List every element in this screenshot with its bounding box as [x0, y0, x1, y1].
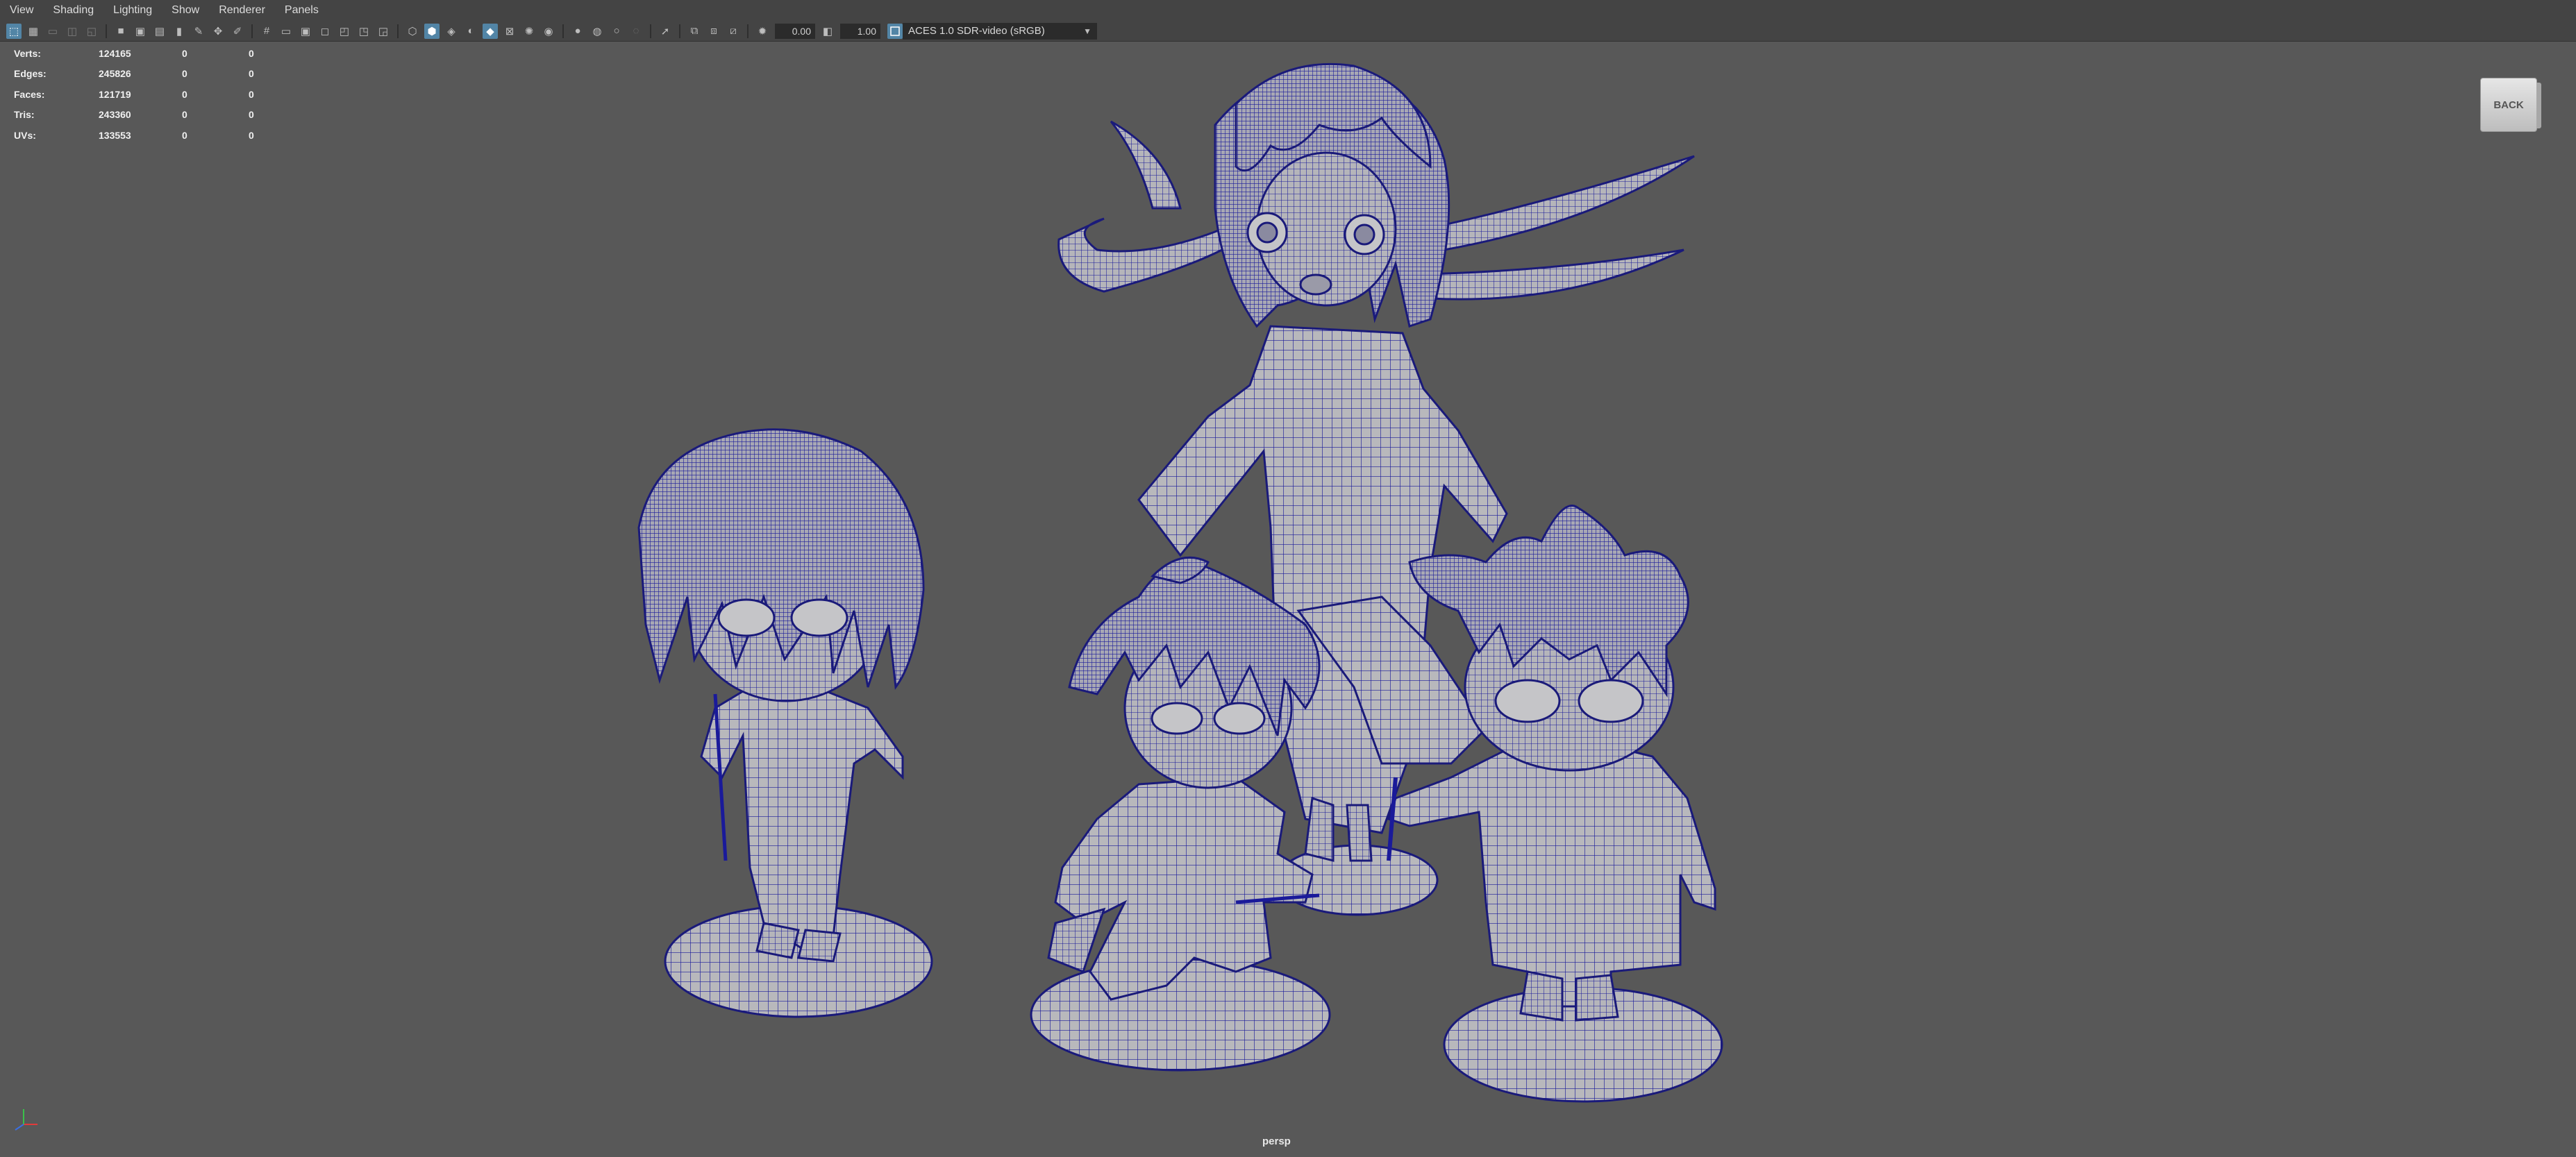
view-cube[interactable]: BACK [2480, 78, 2541, 132]
toolbar-separator [251, 24, 253, 38]
resolution-gate-icon[interactable]: ▤ [152, 24, 167, 39]
xray-frame-icon[interactable]: ◲ [376, 24, 391, 39]
wireframe-mode-icon[interactable]: ⬡ [405, 24, 420, 39]
field-chart-icon[interactable]: ◰ [337, 24, 352, 39]
gamma-field[interactable]: 1.00 [840, 23, 880, 39]
chevron-down-icon: ▼ [1083, 26, 1092, 36]
menu-shading[interactable]: Shading [43, 0, 103, 21]
toolbar-separator [747, 24, 748, 38]
grid-icon[interactable]: # [259, 24, 274, 39]
bookmark-icon[interactable]: ▭ [45, 24, 60, 39]
panel-toolbar: ⬚ ▦ ▭ ◫ ◱ ■ ▣ ▤ ▮ ✎ ✥ ✐ # ▭ ▣ ◻ ◰ ◳ ◲ ⬡ … [0, 21, 2576, 42]
menu-view[interactable]: View [0, 0, 43, 21]
bookmarks-icon[interactable]: ▮ [172, 24, 187, 39]
lights-icon[interactable]: ✺ [521, 24, 537, 39]
textured-icon[interactable]: ◐ [463, 24, 478, 39]
gamma-icon[interactable]: ◧ [820, 24, 835, 39]
figurine-left-boy[interactable] [637, 428, 933, 1018]
camera-attributes-icon[interactable]: ▦ [26, 24, 41, 39]
wireframe-icon[interactable]: ▭ [278, 24, 294, 39]
toolbar-separator [650, 24, 651, 38]
view-transform-select[interactable]: ACES 1.0 SDR-video (sRGB) ▼ [903, 22, 1097, 40]
figurine-right-boy[interactable] [1387, 505, 1723, 1103]
xray-icon[interactable]: ◍ [589, 24, 605, 39]
camera-icon[interactable]: ■ [113, 24, 128, 39]
panel-menu-bar: View Shading Lighting Show Renderer Pane… [0, 0, 2576, 21]
exposure-field[interactable]: 0.00 [775, 23, 815, 39]
camera-name-label: persp [1262, 1135, 1291, 1147]
safe-action-icon[interactable]: ✥ [210, 24, 226, 39]
safe-frame-icon[interactable]: ◳ [356, 24, 371, 39]
exposure-icon[interactable]: ✹ [755, 24, 770, 39]
menu-show[interactable]: Show [162, 0, 209, 21]
select-camera-icon[interactable]: ⬚ [6, 23, 22, 39]
view-transform-value: ACES 1.0 SDR-video (sRGB) [908, 24, 1045, 37]
multisample-aa-icon[interactable]: ⧉ [687, 24, 702, 39]
axis-gizmo-icon [15, 1109, 37, 1131]
safe-title-icon[interactable]: ✐ [230, 24, 245, 39]
smooth-shade-icon[interactable]: ▣ [298, 24, 313, 39]
shadows-icon[interactable]: ⊠ [502, 24, 517, 39]
view-cube-face-label: BACK [2493, 99, 2524, 111]
toolbar-separator [397, 24, 399, 38]
menu-panels[interactable]: Panels [275, 0, 328, 21]
two-d-pan-zoom-icon[interactable]: ◱ [84, 24, 99, 39]
use-all-lights-icon[interactable]: ◆ [483, 23, 498, 39]
image-plane-icon[interactable]: ◫ [65, 24, 80, 39]
smooth-shade-all-icon[interactable]: ⬢ [424, 23, 440, 39]
menu-renderer[interactable]: Renderer [209, 0, 275, 21]
gate-mask-icon[interactable]: ◻ [317, 24, 333, 39]
toolbar-separator [679, 24, 680, 38]
xray-joints-icon[interactable]: ○ [609, 24, 624, 39]
motion-blur-icon[interactable]: ⧄ [726, 24, 741, 39]
toolbar-separator [106, 24, 107, 38]
figurine-center-boy[interactable] [1030, 556, 1331, 1072]
film-gate-icon[interactable]: ▣ [133, 24, 148, 39]
grease-pencil-icon[interactable]: ✎ [191, 24, 206, 39]
screen-space-ao-icon[interactable]: ⧈ [706, 24, 721, 39]
isolate-select-icon[interactable]: ● [570, 24, 585, 39]
xray-components-icon[interactable]: ◌ [628, 24, 644, 39]
textures-icon[interactable]: ◉ [541, 24, 556, 39]
menu-lighting[interactable]: Lighting [103, 0, 162, 21]
select-pointer-icon[interactable]: ➚ [658, 24, 673, 39]
viewport-scene[interactable] [0, 42, 2576, 1157]
toolbar-separator [562, 24, 564, 38]
wireframe-on-shaded-icon[interactable]: ◈ [444, 24, 459, 39]
color-management-icon[interactable] [887, 23, 903, 39]
